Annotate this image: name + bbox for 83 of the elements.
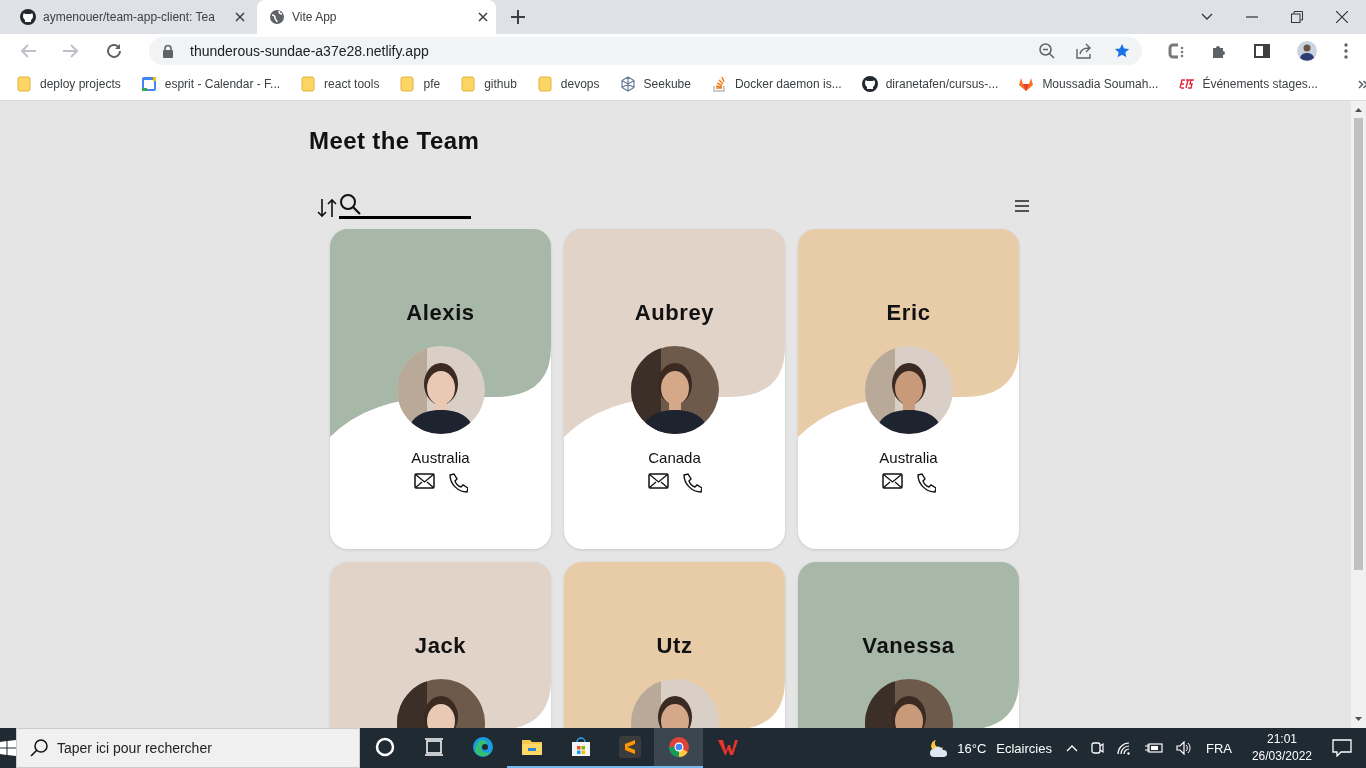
phone-icon[interactable] [914, 473, 936, 493]
chrome-icon[interactable] [654, 728, 703, 768]
member-name: Vanessa [862, 633, 955, 659]
bookmark-item[interactable]: github [460, 76, 517, 92]
bookmark-item[interactable]: diranetafen/cursus-... [861, 76, 999, 92]
close-icon[interactable] [478, 12, 488, 22]
more-menu-icon[interactable] [1344, 43, 1348, 59]
sort-icon[interactable] [316, 197, 338, 219]
search-icon [30, 739, 48, 757]
new-tab-icon[interactable] [511, 10, 525, 24]
calendar-icon [140, 76, 157, 92]
browser-tab[interactable]: Vite App [257, 0, 496, 34]
close-icon[interactable] [1336, 11, 1348, 23]
address-bar[interactable]: thunderous-sundae-a37e28.netlify.app [149, 37, 1142, 65]
folder-icon [399, 76, 416, 92]
restore-icon[interactable] [1291, 11, 1303, 23]
scrollbar[interactable] [1351, 101, 1366, 728]
member-country: Australia [411, 449, 470, 466]
member-country: Australia [879, 449, 938, 466]
close-icon[interactable] [235, 12, 245, 22]
folder-icon [460, 76, 477, 92]
volume-icon[interactable] [1175, 741, 1194, 755]
star-icon[interactable] [1114, 43, 1130, 59]
browser-tab[interactable]: aymenouer/team-app-client: Tea [8, 0, 253, 34]
more-bookmarks-icon[interactable] [1357, 79, 1366, 89]
member-name: Aubrey [634, 300, 715, 326]
mail-icon[interactable] [413, 473, 435, 489]
bookmark-item[interactable]: react tools [300, 76, 380, 92]
cube-icon [619, 76, 636, 92]
search-field[interactable] [339, 192, 471, 219]
bookmark-item[interactable]: Événements stages... [1178, 76, 1318, 92]
phone-icon[interactable] [680, 473, 702, 493]
wifi-icon[interactable] [1115, 741, 1132, 755]
side-panel-icon[interactable] [1254, 44, 1270, 58]
tab-title: aymenouer/team-app-client: Tea [43, 10, 216, 24]
folder-icon [536, 76, 553, 92]
mail-icon[interactable] [647, 473, 669, 489]
stack-icon [710, 76, 727, 92]
search-icon [339, 193, 361, 215]
url-text: thunderous-sundae-a37e28.netlify.app [190, 43, 429, 59]
lock-icon [163, 44, 173, 58]
member-name: Utz [656, 633, 693, 659]
bookmark-item[interactable]: Seekube [619, 76, 691, 92]
bookmark-item[interactable]: Moussadia Soumah... [1018, 76, 1159, 92]
bookmark-item[interactable]: esprit - Calendar - F... [140, 76, 281, 92]
member-name: Eric [886, 300, 931, 326]
phone-icon[interactable] [446, 473, 468, 493]
github-icon [20, 9, 36, 25]
member-name: Jack [414, 633, 467, 659]
chevron-up-icon[interactable] [1065, 744, 1078, 752]
menu-icon[interactable] [1015, 200, 1029, 212]
bookmark-item[interactable]: pfe [399, 76, 441, 92]
taskbar-search-field[interactable]: Taper ici pour rechercher [16, 728, 360, 768]
meet-icon[interactable] [1089, 740, 1104, 756]
bookmark-item[interactable]: Docker daemon is... [710, 76, 842, 92]
zoom-out-icon[interactable] [1039, 43, 1055, 59]
globe-icon [269, 9, 285, 25]
share-icon[interactable] [1076, 43, 1093, 59]
bookmark-item[interactable]: deploy projects [16, 76, 121, 92]
weather-text[interactable]: Eclaircies [996, 740, 1052, 756]
extension-icon[interactable] [1168, 42, 1184, 60]
chevron-down-icon[interactable] [1201, 13, 1213, 21]
profile-avatar-icon[interactable] [1297, 41, 1317, 61]
member-name: Alexis [406, 300, 475, 326]
member-country: Canada [648, 449, 701, 466]
clock-date[interactable]: 26/03/2022 [1251, 748, 1312, 765]
puzzle-icon[interactable] [1211, 43, 1227, 59]
notification-icon[interactable] [1332, 739, 1352, 757]
tab-title: Vite App [292, 10, 338, 24]
bookmark-item[interactable]: devops [536, 76, 600, 92]
clock-time[interactable]: 21:01 [1266, 731, 1297, 748]
github-icon [861, 76, 878, 92]
fox-icon [1018, 76, 1035, 92]
battery-icon[interactable] [1143, 742, 1164, 754]
mail-icon[interactable] [881, 473, 903, 489]
ets-icon [1178, 76, 1195, 92]
temperature[interactable]: 16°C [957, 740, 987, 756]
folder-icon [300, 76, 317, 92]
folder-icon [16, 76, 32, 92]
language-indicator[interactable]: FRA [1205, 740, 1232, 756]
page-title: Meet the Team [309, 127, 481, 155]
reload-icon[interactable] [106, 43, 122, 59]
windows-start-icon[interactable] [0, 740, 16, 756]
